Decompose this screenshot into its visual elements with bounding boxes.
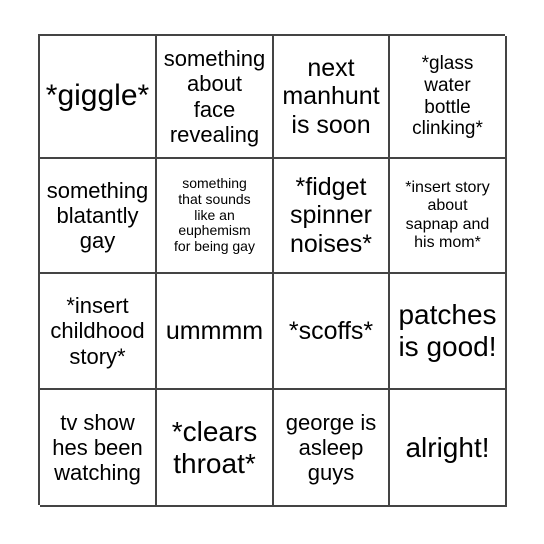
bingo-cell-text: george is asleep guys	[285, 409, 377, 486]
bingo-cell-text: something about face revealing	[163, 46, 266, 147]
bingo-cell-text: *clears throat*	[171, 415, 258, 479]
bingo-cell-r2c1[interactable]: something blatantly gay	[40, 159, 157, 274]
bingo-cell-text: tv show hes been watching	[52, 409, 143, 486]
bingo-cell-r1c4[interactable]: *glass water bottle clinking*	[390, 36, 507, 159]
bingo-cell-text: something that sounds like an euphemism …	[174, 174, 255, 255]
bingo-cell-text: *fidget spinner noises*	[290, 172, 372, 258]
bingo-cell-r3c2[interactable]: ummmm	[157, 274, 274, 390]
bingo-card: *giggle* something about face revealing …	[38, 34, 507, 507]
bingo-cell-text: *insert childhood story*	[50, 293, 145, 369]
bingo-cell-text: next manhunt is soon	[282, 53, 380, 139]
bingo-cell-r1c3[interactable]: next manhunt is soon	[274, 36, 390, 159]
bingo-cell-r4c4[interactable]: alright!	[390, 390, 507, 507]
bingo-cell-text: something blatantly gay	[46, 177, 149, 254]
bingo-cell-text: alright!	[405, 431, 490, 463]
bingo-cell-r3c4[interactable]: patches is good!	[390, 274, 507, 390]
bingo-cell-r4c3[interactable]: george is asleep guys	[274, 390, 390, 507]
bingo-cell-text: patches is good!	[398, 299, 497, 362]
bingo-cell-r3c3[interactable]: *scoffs*	[274, 274, 390, 390]
bingo-cell-r1c2[interactable]: something about face revealing	[157, 36, 274, 159]
bingo-cell-text: *giggle*	[45, 79, 150, 113]
bingo-cell-r2c3[interactable]: *fidget spinner noises*	[274, 159, 390, 274]
bingo-cell-text: *insert story about sapnap and his mom*	[405, 179, 490, 251]
bingo-cell-r4c1[interactable]: tv show hes been watching	[40, 390, 157, 507]
bingo-cell-r2c2[interactable]: something that sounds like an euphemism …	[157, 159, 274, 274]
bingo-cell-text: *glass water bottle clinking*	[412, 53, 483, 140]
bingo-cell-r3c1[interactable]: *insert childhood story*	[40, 274, 157, 390]
bingo-cell-text: ummmm	[165, 316, 264, 345]
bingo-cell-r4c2[interactable]: *clears throat*	[157, 390, 274, 507]
bingo-cell-r1c1[interactable]: *giggle*	[40, 36, 157, 159]
bingo-cell-r2c4[interactable]: *insert story about sapnap and his mom*	[390, 159, 507, 274]
bingo-cell-text: *scoffs*	[288, 316, 374, 345]
